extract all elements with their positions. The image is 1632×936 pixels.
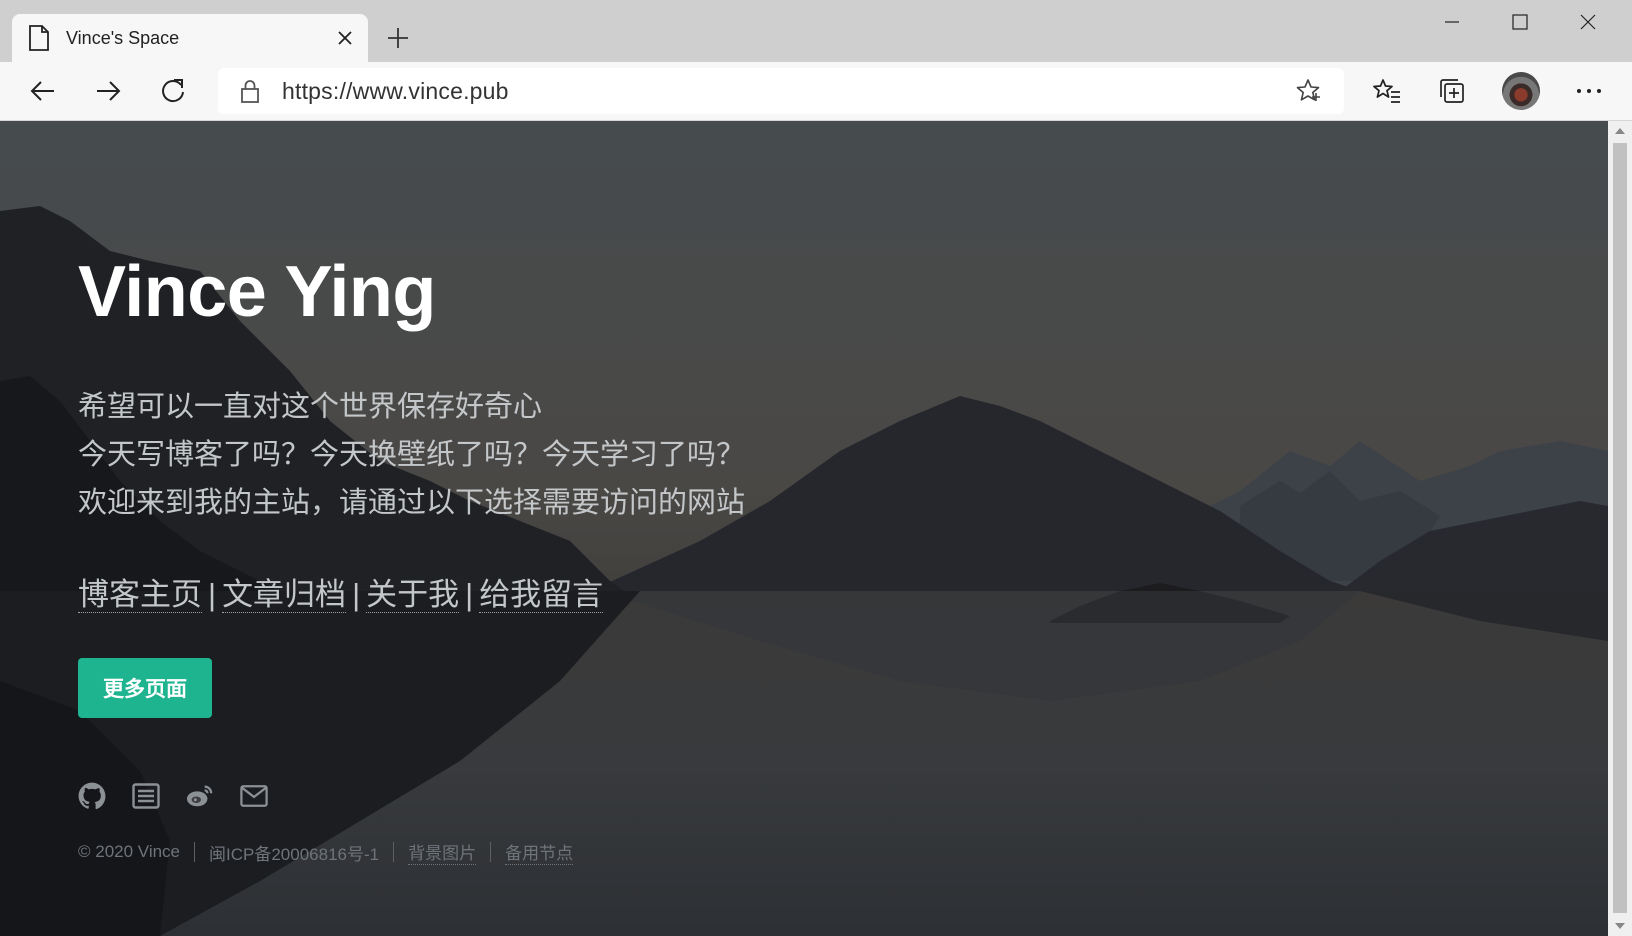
social-links xyxy=(78,782,268,810)
refresh-button[interactable] xyxy=(152,70,194,112)
close-window-button[interactable] xyxy=(1554,0,1622,44)
page-icon xyxy=(28,25,50,51)
tagline-line-2: 今天写博客了吗？今天换壁纸了吗？今天学习了吗？ xyxy=(78,439,746,471)
new-tab-button[interactable] xyxy=(380,20,416,56)
browser-window: Vince's Space https://www.vince.pub Vinc… xyxy=(0,0,1632,936)
weibo-icon[interactable] xyxy=(186,782,214,810)
list-icon[interactable] xyxy=(132,782,160,810)
tagline-line-1: 希望可以一直对这个世界保存好奇心 xyxy=(78,391,543,423)
footer-divider xyxy=(393,842,395,862)
minimize-button[interactable] xyxy=(1418,0,1486,44)
address-toolbar: https://www.vince.pub xyxy=(0,62,1632,121)
favorites-icon[interactable] xyxy=(1366,70,1408,112)
background-image-link[interactable]: 背景图片 xyxy=(408,839,477,865)
footer-divider xyxy=(194,842,196,862)
url-text[interactable]: https://www.vince.pub xyxy=(282,78,1294,105)
tagline-line-3: 欢迎来到我的主站，请通过以下选择需要访问的网站 xyxy=(78,487,746,519)
close-tab-icon[interactable] xyxy=(330,23,360,53)
scrollbar-thumb[interactable] xyxy=(1613,143,1627,913)
link-separator: | xyxy=(208,577,217,612)
icp-license: 闽ICP备20006816号-1 xyxy=(209,844,380,864)
scroll-up-arrow-icon[interactable] xyxy=(1608,121,1632,141)
more-pages-button[interactable]: 更多页面 xyxy=(78,658,212,718)
link-guestbook[interactable]: 给我留言 xyxy=(479,577,604,613)
github-icon[interactable] xyxy=(78,782,106,810)
tab-title: Vince's Space xyxy=(66,27,180,48)
copyright-text: © 2020 Vince xyxy=(78,842,181,861)
link-archive[interactable]: 文章归档 xyxy=(222,577,347,613)
scroll-down-arrow-icon[interactable] xyxy=(1608,916,1632,936)
maximize-button[interactable] xyxy=(1486,0,1554,44)
backup-node-link[interactable]: 备用节点 xyxy=(505,839,574,865)
forward-button[interactable] xyxy=(87,70,129,112)
link-separator: | xyxy=(352,577,361,612)
mail-icon[interactable] xyxy=(240,782,268,810)
hero-title: Vince Ying xyxy=(78,252,436,332)
more-options-icon[interactable] xyxy=(1568,70,1610,112)
page-scrollbar[interactable] xyxy=(1608,121,1632,936)
footer-divider xyxy=(490,842,492,862)
tab-vinces-space[interactable]: Vince's Space xyxy=(12,14,368,62)
profile-avatar[interactable] xyxy=(1502,72,1540,110)
lock-icon[interactable] xyxy=(238,79,262,103)
address-bar[interactable]: https://www.vince.pub xyxy=(218,68,1344,114)
page-viewport: Vince Ying 希望可以一直对这个世界保存好奇心 今天写博客了吗？今天换壁… xyxy=(0,121,1608,936)
page-footer: © 2020 Vince 闽ICP备20006816号-1 背景图片 备用节点 xyxy=(78,839,574,865)
tab-strip: Vince's Space xyxy=(0,0,1632,62)
favorite-star-icon[interactable] xyxy=(1294,76,1324,106)
mountain-lake-background xyxy=(0,121,1608,936)
link-separator: | xyxy=(465,577,474,612)
collections-icon[interactable] xyxy=(1431,70,1473,112)
link-blog-home[interactable]: 博客主页 xyxy=(78,577,202,613)
back-button[interactable] xyxy=(22,70,64,112)
site-links: 博客主页 | 文章归档 | 关于我 | 给我留言 xyxy=(78,569,604,614)
link-about-me[interactable]: 关于我 xyxy=(366,577,460,613)
